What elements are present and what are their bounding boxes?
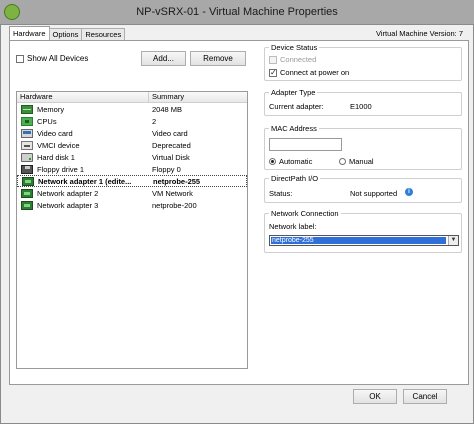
hardware-summary: netprobe-255 [153, 176, 201, 186]
hardware-name: VMCI device [37, 140, 80, 150]
tab-resources[interactable]: Resources [81, 28, 126, 40]
hardware-name: Network adapter 3 [37, 200, 99, 210]
info-icon[interactable]: i [405, 188, 413, 196]
hardware-summary: Virtual Disk [152, 152, 190, 162]
hardware-name: Hard disk 1 [37, 152, 75, 162]
network-connection-group: Network Connection Network label: netpro… [264, 209, 462, 253]
show-all-devices-checkbox[interactable] [16, 54, 24, 63]
cancel-button[interactable]: Cancel [403, 389, 447, 404]
directpath-io-group: DirectPath I/O Status: Not supported i [264, 174, 462, 203]
hardware-row-cpus[interactable]: CPUs 2 [17, 115, 247, 127]
hardware-name: Video card [37, 128, 73, 138]
connect-at-power-on-row[interactable]: Connect at power on [269, 68, 350, 78]
network-label-caption: Network label: [269, 222, 317, 231]
cpu-icon [21, 116, 33, 126]
mac-automatic-radio[interactable] [269, 158, 276, 165]
add-button[interactable]: Add... [141, 51, 186, 66]
connected-checkbox [269, 55, 277, 64]
tab-strip: Hardware Options Resources [9, 26, 126, 40]
network-adapter-icon [22, 176, 34, 186]
hard-disk-icon [21, 152, 33, 162]
hardware-row-network-adapter-1[interactable]: Network adapter 1 (edite... netprobe-255 [17, 175, 247, 187]
connected-row: Connected [269, 55, 316, 64]
mac-manual-radio[interactable] [339, 158, 346, 165]
show-all-devices-row[interactable]: Show All Devices [16, 54, 88, 63]
hardware-rows: Memory 2048 MB CPUs 2 Video card Video c… [17, 103, 247, 211]
show-all-devices-label: Show All Devices [27, 54, 89, 63]
window-title: NP-vSRX-01 - Virtual Machine Properties [136, 6, 338, 18]
dialog-footer: OK Cancel [1, 385, 473, 423]
mac-automatic-option[interactable]: Automatic [269, 157, 312, 166]
network-adapter-icon [21, 200, 33, 210]
connect-at-power-on-label: Connect at power on [280, 68, 350, 77]
hardware-name: Floppy drive 1 [37, 164, 85, 174]
current-adapter-label: Current adapter: [269, 102, 324, 111]
vmci-device-icon [21, 140, 33, 150]
device-status-group: Device Status Connected Connect at power… [264, 43, 462, 81]
video-card-icon [21, 128, 33, 138]
hardware-table: Hardware Summary Memory 2048 MB CPUs 2 V… [16, 91, 248, 369]
tab-options[interactable]: Options [48, 28, 83, 40]
vm-version-label: Virtual Machine Version: 7 [376, 29, 463, 38]
hardware-name: CPUs [37, 116, 57, 126]
hardware-tab-panel: Show All Devices Add... Remove Hardware … [9, 40, 469, 385]
hardware-row-vmci-device[interactable]: VMCI device Deprecated [17, 139, 247, 151]
hardware-summary: 2 [152, 116, 157, 126]
hardware-summary: Floppy 0 [152, 164, 181, 174]
hardware-table-header: Hardware Summary [17, 92, 247, 103]
mac-address-group: MAC Address Automatic Manual [264, 124, 462, 170]
device-status-title: Device Status [269, 43, 320, 52]
network-label-selected-value: netprobe-255 [271, 237, 446, 244]
connect-at-power-on-checkbox[interactable] [269, 68, 277, 78]
column-header-hardware[interactable]: Hardware [17, 92, 149, 102]
network-adapter-icon [21, 188, 33, 198]
hardware-row-video-card[interactable]: Video card Video card [17, 127, 247, 139]
mac-address-title: MAC Address [269, 124, 319, 133]
hardware-name: Network adapter 2 [37, 188, 99, 198]
hardware-name: Network adapter 1 (edite... [38, 176, 132, 186]
chevron-down-icon[interactable]: ▼ [448, 236, 458, 245]
floppy-drive-icon [21, 164, 33, 174]
column-header-summary[interactable]: Summary [149, 92, 184, 102]
mac-manual-option[interactable]: Manual [339, 157, 374, 166]
title-bar[interactable]: NP-vSRX-01 - Virtual Machine Properties [0, 0, 474, 24]
mac-automatic-label: Automatic [279, 157, 313, 166]
network-label-dropdown[interactable]: netprobe-255 ▼ [269, 235, 459, 246]
adapter-type-group: Adapter Type Current adapter: E1000 [264, 88, 462, 116]
directpath-status-label: Status: [269, 189, 293, 198]
hardware-row-hard-disk[interactable]: Hard disk 1 Virtual Disk [17, 151, 247, 163]
current-adapter-value: E1000 [350, 102, 372, 111]
hardware-row-floppy-drive[interactable]: Floppy drive 1 Floppy 0 [17, 163, 247, 175]
hardware-summary: VM Network [152, 188, 193, 198]
hardware-row-memory[interactable]: Memory 2048 MB [17, 103, 247, 115]
hardware-row-network-adapter-3[interactable]: Network adapter 3 netprobe-200 [17, 199, 247, 211]
tab-hardware[interactable]: Hardware [9, 26, 50, 40]
remove-button[interactable]: Remove [190, 51, 246, 66]
directpath-io-title: DirectPath I/O [269, 174, 321, 183]
hardware-summary: 2048 MB [152, 104, 183, 114]
hardware-row-network-adapter-2[interactable]: Network adapter 2 VM Network [17, 187, 247, 199]
hardware-name: Memory [37, 104, 65, 114]
mac-manual-label: Manual [349, 157, 374, 166]
adapter-type-title: Adapter Type [269, 88, 318, 97]
memory-icon [21, 104, 33, 114]
ok-button[interactable]: OK [353, 389, 397, 404]
hardware-summary: Video card [152, 128, 188, 138]
hardware-summary: Deprecated [152, 140, 191, 150]
mac-address-input[interactable] [269, 138, 342, 151]
network-connection-title: Network Connection [269, 209, 341, 218]
connected-label: Connected [280, 55, 317, 64]
directpath-status-value: Not supported [350, 189, 398, 198]
hardware-summary: netprobe-200 [152, 200, 197, 210]
dialog-body: Hardware Options Resources Virtual Machi… [0, 24, 474, 424]
